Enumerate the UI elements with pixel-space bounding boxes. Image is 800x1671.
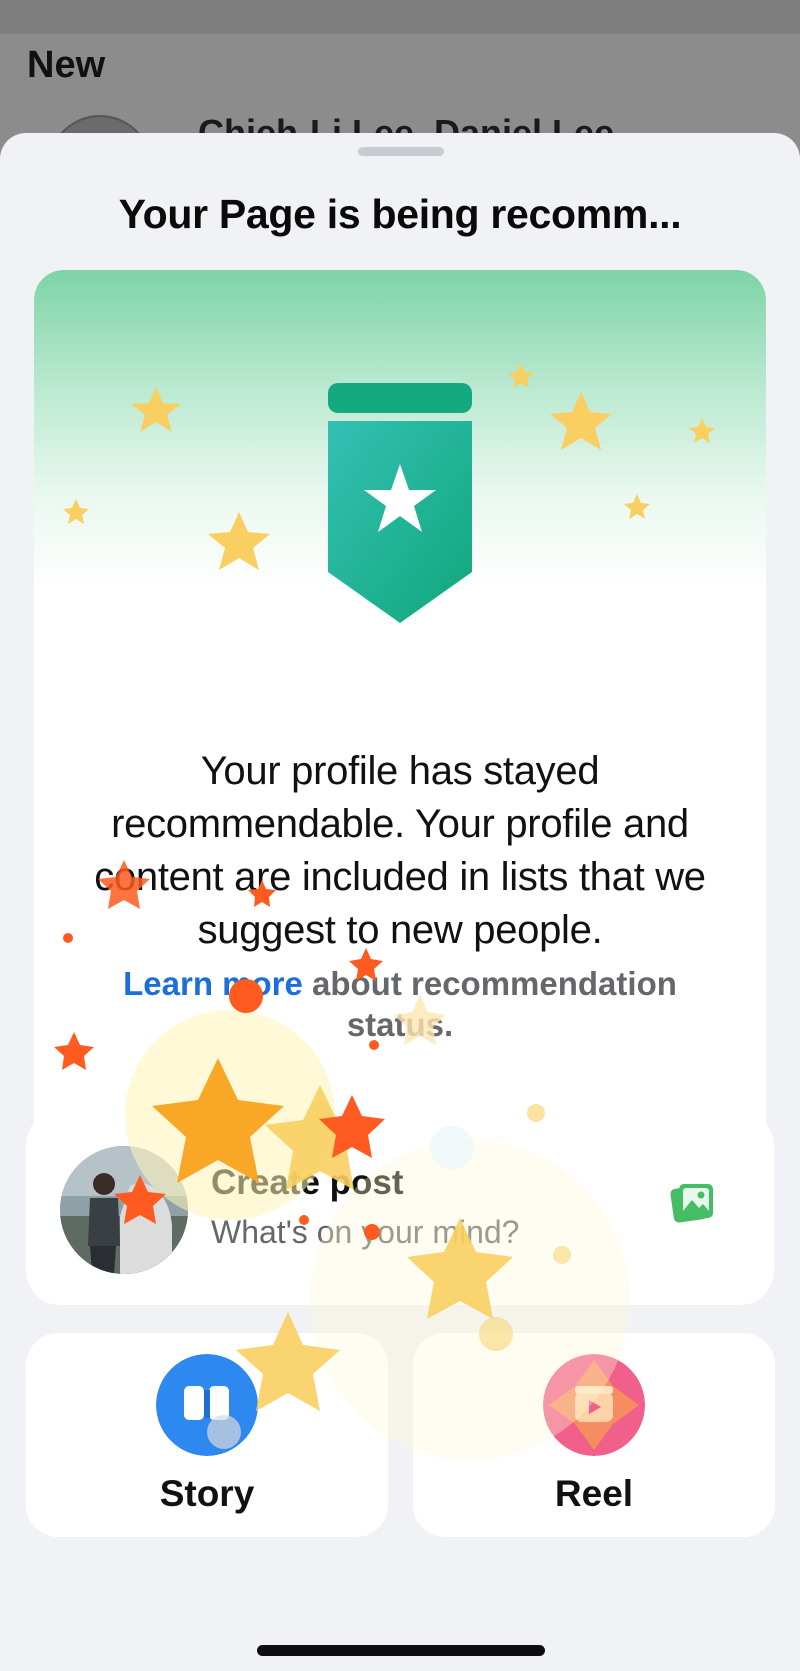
sheet-grabber[interactable] (358, 147, 444, 156)
learn-more-line: Learn more about recommendation status. (84, 963, 716, 1045)
reel-tile[interactable]: Reel (413, 1333, 775, 1537)
recommendation-bottom-sheet: Your Page is being recomm... Your profil… (0, 133, 800, 1671)
home-indicator (257, 1645, 545, 1656)
learn-more-rest: about recommendation status. (302, 965, 677, 1043)
create-post-title: Create post (211, 1163, 404, 1202)
create-post-placeholder[interactable]: What's on your mind? (211, 1214, 519, 1251)
story-book-icon (156, 1354, 258, 1456)
hero-illustration (63, 363, 715, 623)
avatar[interactable] (60, 1146, 188, 1274)
story-label: Story (159, 1473, 255, 1514)
recommendation-status-card: Your profile has stayed recommendable. Y… (34, 270, 766, 1210)
section-label-new: New (27, 44, 106, 86)
story-tile[interactable]: Story (26, 1333, 388, 1537)
reel-label: Reel (554, 1473, 634, 1514)
recommendation-message: Your profile has stayed recommendable. Y… (94, 749, 706, 952)
photo-icon[interactable] (670, 1181, 716, 1225)
reel-clapper-icon (543, 1354, 645, 1456)
recommendation-badge-icon (328, 383, 472, 623)
create-post-card[interactable]: Create post What's on your mind? (26, 1111, 774, 1305)
sheet-title: Your Page is being recomm... (118, 191, 682, 237)
status-bar (0, 0, 800, 34)
learn-more-link[interactable]: Learn more (123, 965, 303, 1002)
avatar-photo (60, 1146, 188, 1274)
